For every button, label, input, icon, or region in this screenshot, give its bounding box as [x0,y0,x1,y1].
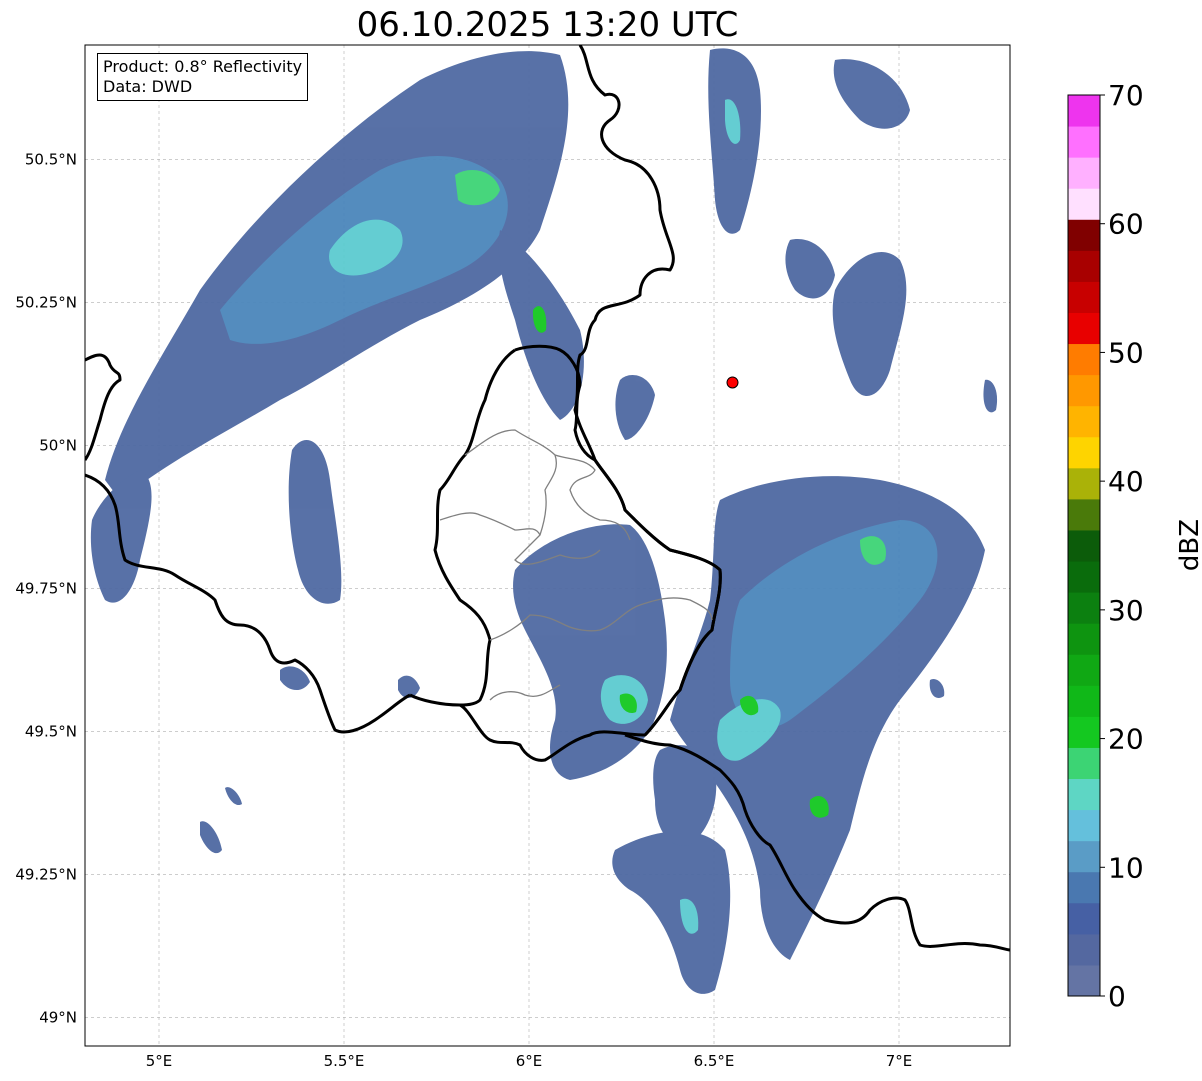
latitude-tick-label: 49.5°N [25,722,77,740]
longitude-tick-label: 5°E [146,1052,173,1070]
colorbar-segment [1068,374,1100,407]
colorbar-ticks: 0 10 20 30 40 50 60 70 [1100,79,1144,1013]
radar-site-marker [726,376,739,389]
colorbar-segment [1068,312,1100,345]
product-label: Product: 0.8° Reflectivity [103,57,303,76]
colorbar-tick-label: 0 [1108,980,1126,1013]
colorbar-tick-label: 70 [1108,79,1144,112]
colorbar-tick-label: 50 [1108,336,1144,369]
colorbar-segment [1068,95,1100,127]
colorbar-tick-label: 10 [1108,851,1144,884]
colorbar-segment [1068,281,1100,313]
colorbar-segment [1068,529,1100,562]
longitude-tick-label: 6°E [516,1052,543,1070]
colorbar-segment [1068,964,1100,997]
colorbar-segment [1068,747,1100,780]
longitude-labels: 5°E 5.5°E 6°E 6.5°E 7°E [146,1052,913,1070]
latitude-tick-label: 49°N [39,1008,77,1026]
colorbar-label: dBZ [1175,518,1202,572]
colorbar-segment [1068,343,1100,376]
data-source-label: Data: DWD [103,77,193,96]
colorbar-segment [1068,561,1100,593]
colorbar-segment [1068,467,1100,500]
colorbar-segment [1068,592,1100,624]
colorbar [1067,94,1101,997]
product-info-box: Product: 0.8° Reflectivity Data: DWD [97,53,309,101]
latitude-tick-label: 50.25°N [15,293,77,311]
colorbar-segment [1068,902,1100,935]
colorbar-segment [1068,498,1100,531]
colorbar-segment [1068,871,1100,904]
colorbar-segment [1068,219,1100,251]
colorbar-segment [1068,126,1100,158]
colorbar-segment [1068,840,1100,873]
colorbar-segment [1068,685,1100,717]
latitude-tick-label: 49.75°N [15,579,77,597]
colorbar-segment [1068,716,1100,748]
latitude-tick-label: 49.25°N [15,865,77,883]
colorbar-segment [1068,405,1100,438]
colorbar-segment [1068,188,1100,220]
colorbar-segment [1068,157,1100,189]
colorbar-tick-label: 40 [1108,465,1144,498]
colorbar-segment [1068,250,1100,282]
colorbar-tick-label: 20 [1108,723,1144,756]
longitude-tick-label: 6.5°E [694,1052,735,1070]
colorbar-segment [1068,933,1100,966]
latitude-tick-label: 50.5°N [25,150,77,168]
latitude-tick-label: 50°N [39,436,77,454]
latitude-labels: 50.5°N 50.25°N 50°N 49.75°N 49.5°N 49.25°N 49°… [15,150,77,1026]
colorbar-segment [1068,778,1100,811]
colorbar-segment [1068,436,1100,469]
longitude-tick-label: 7°E [886,1052,913,1070]
colorbar-segment [1068,623,1100,655]
colorbar-segment [1068,654,1100,686]
radar-map: 5°E 5.5°E 6°E 6.5°E 7°E 50.5°N 50.25°N 50°N 49.… [15,44,1144,1070]
colorbar-tick-label: 60 [1108,208,1144,241]
longitude-tick-label: 5.5°E [324,1052,365,1070]
colorbar-tick-label: 30 [1108,594,1144,627]
colorbar-segment [1068,809,1100,842]
